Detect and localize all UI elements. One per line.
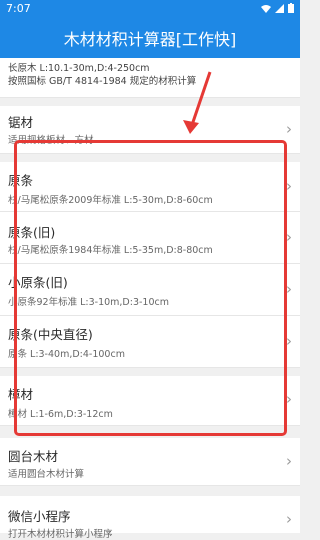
annotation-arrow-icon <box>183 71 212 134</box>
